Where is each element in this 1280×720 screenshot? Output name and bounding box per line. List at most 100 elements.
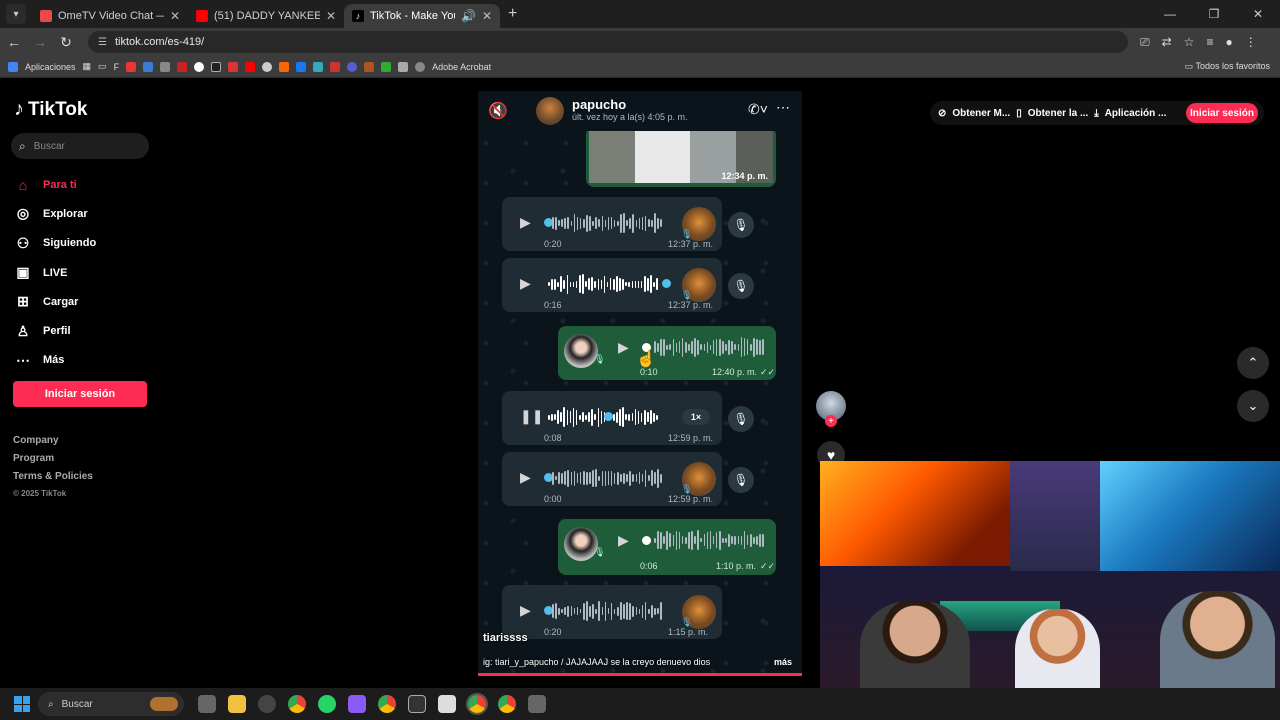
url-input[interactable]: ☰ tiktok.com/es-419/ xyxy=(88,31,1128,53)
browser-tab-0[interactable]: OmeTV Video Chat — Omegle ✕ xyxy=(32,4,188,28)
sidebar-item-live[interactable]: ▣ LIVE xyxy=(14,258,96,287)
browser-tab-2[interactable]: ♪ TikTok - Make Your Day 🔊 ✕ xyxy=(344,4,500,28)
sidebar-item-perfil[interactable]: ♙ Perfil xyxy=(14,316,96,345)
close-window-icon[interactable]: ✕ xyxy=(1236,0,1280,28)
new-tab-icon[interactable]: + xyxy=(508,5,517,23)
search-placeholder: Buscar xyxy=(33,140,65,152)
bookmark-icon[interactable] xyxy=(313,61,324,72)
chrome-icon[interactable] xyxy=(498,695,516,713)
bookmark-icon[interactable] xyxy=(126,61,137,72)
whatsapp-icon[interactable] xyxy=(318,695,336,713)
waveform-bar xyxy=(589,605,591,617)
app-icon[interactable] xyxy=(348,695,366,713)
video-progress-bar[interactable] xyxy=(478,673,802,676)
bookmark-icon[interactable] xyxy=(211,61,222,72)
bookmark-icon[interactable] xyxy=(398,61,409,72)
tiktok-logo[interactable]: ♪ TikTok xyxy=(14,98,87,121)
waveform-bar xyxy=(607,608,610,614)
menu-icon[interactable]: ⋮ xyxy=(1245,35,1257,50)
desktop-app-button[interactable]: Aplicación ... xyxy=(1105,108,1167,119)
forward-icon[interactable]: → xyxy=(28,34,52,50)
follow-plus-icon[interactable]: + xyxy=(825,415,837,427)
file-explorer-icon[interactable] xyxy=(228,695,246,713)
search-input[interactable]: ⌕ Buscar xyxy=(11,133,149,159)
chrome-icon[interactable] xyxy=(288,695,306,713)
bookmark-icon[interactable] xyxy=(364,61,375,72)
browser-tab-1[interactable]: (51) DADDY YANKEE #2 - TURI ✕ xyxy=(188,4,344,28)
waveform-bar xyxy=(656,278,658,290)
sidebar-item-explorar[interactable]: ◎ Explorar xyxy=(14,199,96,228)
chrome-active-icon[interactable] xyxy=(466,693,488,715)
waveform-bar xyxy=(582,471,585,485)
close-tab-icon[interactable]: ✕ xyxy=(482,9,492,23)
waveform-bar xyxy=(657,342,659,352)
restore-icon[interactable]: ❐ xyxy=(1192,0,1236,28)
waveform-bar xyxy=(579,472,582,484)
sidebar-item-para-ti[interactable]: ⌂ Para ti xyxy=(14,170,96,199)
sidebar-item-siguiendo[interactable]: ⚇ Siguiendo xyxy=(14,229,96,258)
site-info-icon[interactable]: ☰ xyxy=(98,37,107,48)
tab-search-icon[interactable]: ▾ xyxy=(6,4,26,24)
previous-video-icon[interactable]: ⌃ xyxy=(1237,347,1269,379)
waveform-bar xyxy=(694,536,696,544)
bookmark-folder[interactable]: F xyxy=(114,62,120,72)
bookmark-icon[interactable] xyxy=(160,61,171,72)
google-icon[interactable] xyxy=(194,61,205,72)
sidebar-item-cargar[interactable]: ⊞ Cargar xyxy=(14,287,96,316)
reload-icon[interactable]: ↻ xyxy=(54,34,78,51)
footer-link-program[interactable]: Program xyxy=(13,453,93,471)
app-icon[interactable] xyxy=(258,695,276,713)
media-icon[interactable]: ≡ xyxy=(1206,35,1213,50)
more-options-icon[interactable]: ⋯ xyxy=(776,99,790,116)
waveform-bar xyxy=(610,470,613,486)
waveform-bar xyxy=(557,281,559,287)
bookmark-apps[interactable]: Aplicaciones xyxy=(25,62,76,72)
app-icon[interactable] xyxy=(438,695,456,713)
capcut-icon[interactable] xyxy=(408,695,426,713)
grid-icon[interactable]: ▦ xyxy=(83,61,92,72)
close-tab-icon[interactable]: ✕ xyxy=(170,9,180,23)
get-app-button[interactable]: Obtener la ... xyxy=(1028,108,1089,119)
bookmark-icon[interactable] xyxy=(347,61,358,72)
bookmark-icon[interactable] xyxy=(228,61,239,72)
app-icon[interactable] xyxy=(528,695,546,713)
next-video-icon[interactable]: ⌄ xyxy=(1237,390,1269,422)
video-player[interactable]: 12:34 p. m. 🔇 papucho últ. vez hoy a la(… xyxy=(478,91,802,676)
minimize-icon[interactable]: — xyxy=(1148,0,1192,28)
bookmark-icon[interactable] xyxy=(330,61,341,72)
star-icon[interactable]: ☆ xyxy=(1184,35,1195,50)
bookmark-icon[interactable] xyxy=(177,61,188,72)
folder-icon[interactable]: ▭ xyxy=(98,61,107,72)
taskbar-search-input[interactable]: ⌕ Buscar xyxy=(38,692,184,716)
youtube-icon[interactable] xyxy=(245,61,256,72)
chrome-icon[interactable] xyxy=(378,695,396,713)
all-favorites[interactable]: ▭ Todos los favoritos xyxy=(1185,61,1270,72)
waveform-bar xyxy=(557,410,559,424)
bookmark-icon[interactable] xyxy=(262,61,273,72)
cast-icon[interactable]: ⎚ xyxy=(1140,35,1150,50)
profile-avatar-icon[interactable]: ● xyxy=(1225,35,1232,50)
login-button-top[interactable]: Iniciar sesión xyxy=(1186,103,1258,123)
speaker-icon[interactable]: 🔊 xyxy=(461,9,476,23)
bookmark-icon[interactable] xyxy=(381,61,392,72)
mute-icon[interactable]: 🔇 xyxy=(488,101,508,121)
url-text: tiktok.com/es-419/ xyxy=(114,36,205,48)
task-view-icon[interactable] xyxy=(198,695,216,713)
sidebar-item-mas[interactable]: ⋯ Más xyxy=(14,346,96,375)
video-author[interactable]: tiarissss xyxy=(483,632,528,644)
get-coins-button[interactable]: Obtener M... xyxy=(952,108,1010,119)
footer-link-company[interactable]: Company xyxy=(13,435,93,453)
waveform-bar xyxy=(678,531,681,549)
close-tab-icon[interactable]: ✕ xyxy=(326,9,336,23)
bookmark-icon[interactable] xyxy=(279,61,290,72)
footer-link-terms[interactable]: Terms & Policies xyxy=(13,471,93,489)
translate-icon[interactable]: ⇄ xyxy=(1162,35,1172,50)
bookmark-icon[interactable] xyxy=(143,61,154,72)
bookmark-adobe-acrobat[interactable]: Adobe Acrobat xyxy=(432,62,491,72)
login-button[interactable]: Iniciar sesión xyxy=(13,381,147,407)
back-icon[interactable]: ← xyxy=(2,34,26,50)
caption-more-link[interactable]: más xyxy=(774,657,792,667)
waveform-bar xyxy=(660,219,662,227)
facebook-icon[interactable] xyxy=(296,61,307,72)
windows-start-icon[interactable] xyxy=(14,696,30,712)
